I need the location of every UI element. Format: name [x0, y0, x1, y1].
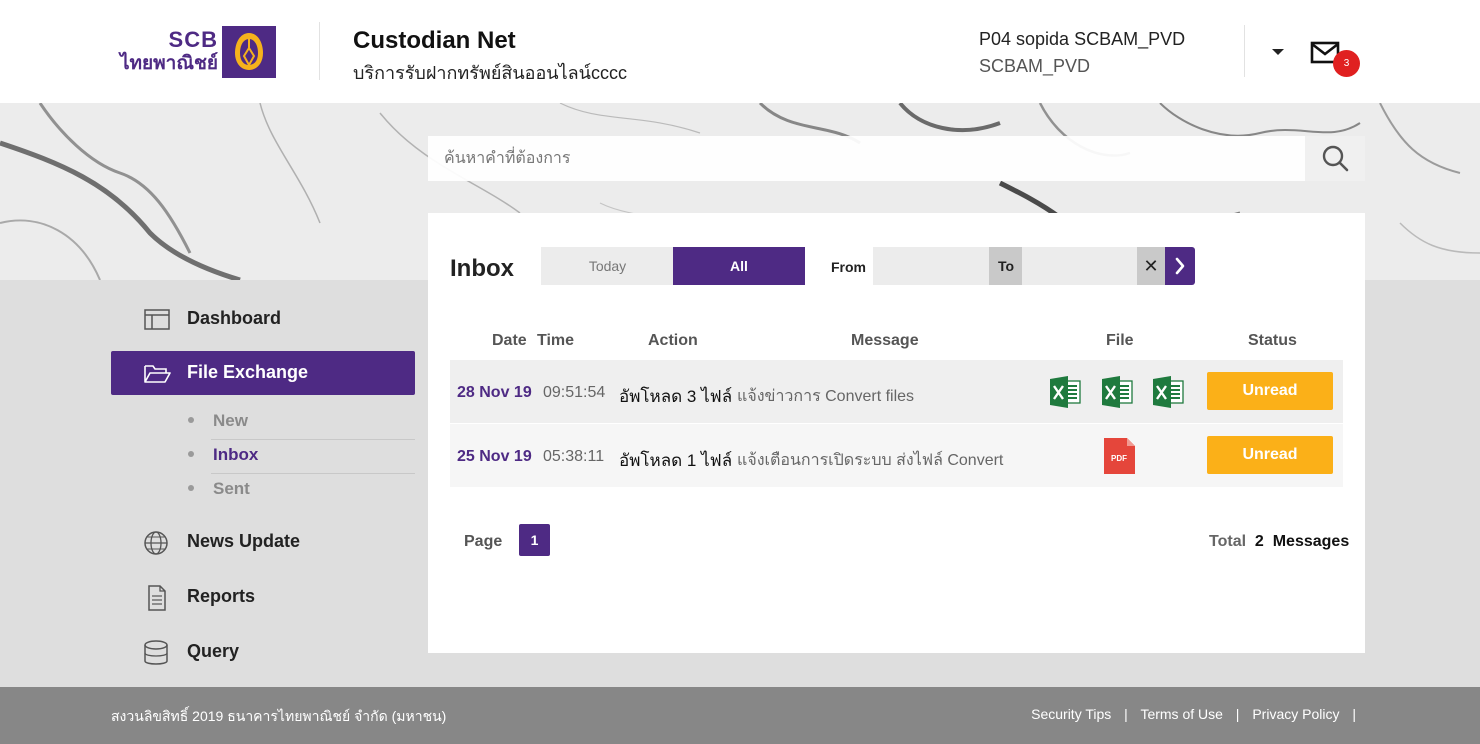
sidebar-item-label: Dashboard [187, 308, 282, 328]
total-count: 2 [1254, 533, 1264, 550]
logo-wordmark: SCB ไทยพาณิชย์ [110, 28, 218, 76]
total-prefix: Total [1209, 533, 1247, 550]
scb-logo[interactable]: SCB ไทยพาณิชย์ [110, 26, 276, 80]
row-time: 05:38:11 [543, 448, 605, 465]
table-row[interactable]: 28 Nov 19 09:51:54 อัพโหลด 3 ไฟล์ แจ้งข่… [450, 360, 1343, 423]
sidebar-item-file-exchange[interactable]: File Exchange [111, 351, 415, 395]
column-header-message: Message [851, 332, 919, 349]
row-date: 28 Nov 19 [457, 384, 532, 401]
chevron-down-icon[interactable] [1272, 49, 1284, 55]
footer-link-security-tips[interactable]: Security Tips [1031, 706, 1111, 722]
row-action: อัพโหลด 1 ไฟล์ [619, 451, 733, 470]
footer-separator: | [1235, 706, 1240, 722]
footer-link-privacy-policy[interactable]: Privacy Policy [1252, 706, 1339, 722]
dashboard-icon [143, 307, 171, 333]
sidebar-subitem-label: Inbox [213, 445, 259, 464]
from-date-input[interactable] [873, 247, 989, 285]
row-action: อัพโหลด 3 ไฟล์ [619, 387, 733, 406]
unread-badge[interactable]: 3 [1333, 50, 1360, 77]
column-header-time: Time [537, 332, 575, 349]
search-bar [428, 136, 1365, 181]
database-icon [143, 640, 171, 666]
excel-file-icon[interactable] [1050, 375, 1082, 409]
clear-dates-button[interactable]: ✕ [1137, 247, 1165, 285]
to-label: To [989, 247, 1022, 285]
search-input[interactable] [428, 136, 1305, 181]
page-number-button[interactable]: 1 [519, 524, 550, 556]
apply-filter-button[interactable] [1165, 247, 1195, 285]
bullet-icon [188, 485, 194, 491]
row-message[interactable]: แจ้งเตือนการเปิดระบบ ส่งไฟล์ Convert [737, 448, 1003, 473]
sidebar-subitem-sent[interactable]: Sent [188, 474, 415, 508]
sidebar-item-reports[interactable]: Reports [111, 575, 415, 619]
folder-open-icon [143, 361, 171, 387]
to-date-input[interactable] [1022, 247, 1137, 285]
footer-separator: | [1124, 706, 1128, 722]
app-header: SCB ไทยพาณิชย์ Custodian Net บริการรับฝา… [0, 0, 1480, 103]
document-icon [143, 585, 171, 611]
column-header-file: File [1106, 332, 1134, 349]
footer-link-terms-of-use[interactable]: Terms of Use [1140, 706, 1222, 722]
sidebar-item-news-update[interactable]: News Update [111, 520, 415, 564]
user-org: SCBAM_PVD [979, 56, 1091, 76]
table-row[interactable]: 25 Nov 19 05:38:11 อัพโหลด 1 ไฟล์ แจ้งเต… [450, 424, 1343, 487]
logo-text-th: ไทยพาณิชย์ [119, 53, 218, 74]
from-label: From [831, 259, 866, 275]
sidebar-item-label: Query [187, 641, 240, 661]
chevron-right-icon [1175, 257, 1185, 275]
bullet-icon [188, 451, 194, 457]
copyright-text: สงวนลิขสิทธิ์ 2019 ธนาคารไทยพาณิชย์ จำกั… [111, 708, 447, 724]
search-icon [1322, 145, 1349, 172]
footer-links: Security Tips | Terms of Use | Privacy P… [1031, 706, 1365, 722]
sidebar-item-label: File Exchange [187, 362, 309, 382]
sidebar-item-label: Reports [187, 586, 256, 606]
row-message[interactable]: แจ้งข่าวการ Convert files [737, 384, 914, 409]
row-time: 09:51:54 [543, 384, 606, 401]
row-date: 25 Nov 19 [457, 448, 532, 465]
sidebar-subitem-label: New [213, 411, 248, 430]
header-divider [1244, 25, 1245, 77]
excel-file-icon[interactable] [1153, 375, 1185, 409]
sidebar-item-query[interactable]: Query [111, 630, 415, 674]
footer-separator: | [1352, 706, 1356, 722]
scb-logo-icon [222, 26, 276, 78]
logo-text-en: SCB [168, 27, 218, 52]
page-footer: สงวนลิขสิทธิ์ 2019 ธนาคารไทยพาณิชย์ จำกั… [0, 687, 1480, 744]
status-unread-button[interactable]: Unread [1207, 436, 1333, 474]
status-unread-button[interactable]: Unread [1207, 372, 1333, 410]
svg-text:PDF: PDF [1111, 454, 1127, 463]
column-header-status: Status [1248, 332, 1297, 349]
total-messages: Total 2 Messages [1209, 533, 1349, 551]
page-title: Inbox [450, 255, 514, 282]
column-header-action: Action [648, 332, 698, 349]
filter-today-button[interactable]: Today [541, 247, 674, 285]
total-suffix: Messages [1272, 533, 1350, 550]
app-subtitle: บริการรับฝากทรัพย์สินออนไลน์cccc [353, 63, 627, 83]
sidebar-subitem-label: Sent [213, 479, 250, 498]
app-title: Custodian Net [353, 27, 516, 54]
sidebar-subitem-new[interactable]: New [188, 406, 415, 440]
sidebar-subitem-inbox[interactable]: Inbox [188, 440, 415, 474]
user-name: P04 sopida SCBAM_PVD [979, 29, 1186, 49]
filter-all-button[interactable]: All [673, 247, 805, 285]
sidebar-item-dashboard[interactable]: Dashboard [111, 297, 415, 341]
sidebar-item-label: News Update [187, 531, 301, 551]
globe-icon [143, 530, 171, 556]
excel-file-icon[interactable] [1102, 375, 1134, 409]
pagination-label: Page [464, 533, 503, 550]
search-button[interactable] [1305, 136, 1365, 181]
header-divider [319, 22, 320, 80]
bullet-icon [188, 417, 194, 423]
column-header-date: Date [492, 332, 527, 349]
pdf-file-icon[interactable]: PDF [1103, 438, 1135, 474]
